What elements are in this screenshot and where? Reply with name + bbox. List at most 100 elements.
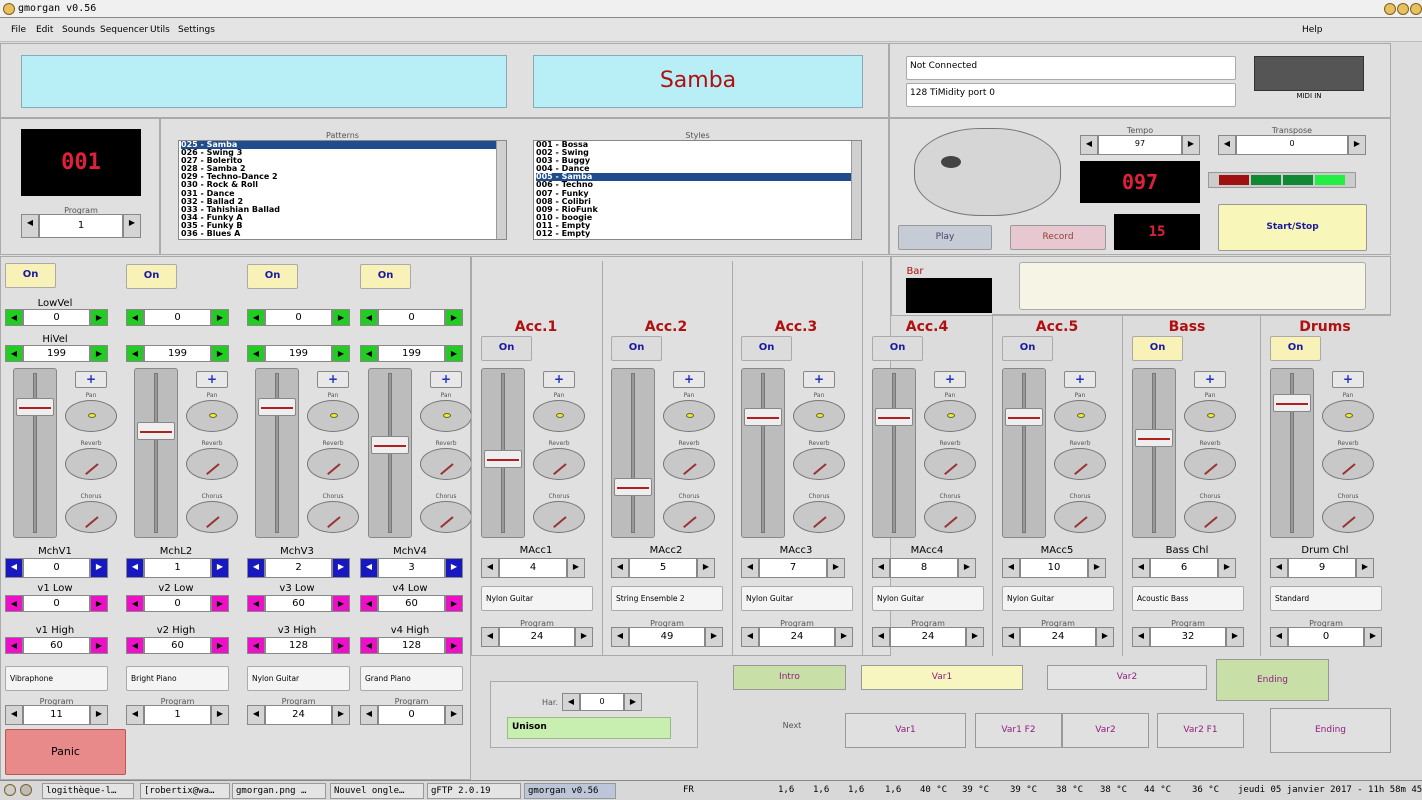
pan-knob[interactable] — [1184, 400, 1236, 432]
channel-spinner-value[interactable]: 8 — [890, 558, 958, 578]
hivel-spinner-decrement-button[interactable]: ◀ — [126, 345, 144, 362]
mch-spinner-decrement-button[interactable]: ◀ — [247, 558, 265, 578]
program-spinner-value[interactable]: 24 — [499, 627, 575, 647]
transpose-value[interactable]: 0 — [1236, 135, 1348, 155]
channel-spinner-value[interactable]: 9 — [1288, 558, 1356, 578]
tempo-value[interactable]: 97 — [1098, 135, 1182, 155]
program-spinner-increment-button[interactable]: ▶ — [835, 627, 853, 647]
chorus-knob[interactable] — [793, 501, 845, 533]
low-spinner-value[interactable]: 60 — [265, 595, 332, 612]
add-button[interactable]: + — [803, 371, 835, 388]
next-var1f2-button[interactable]: Var1 F2 — [975, 713, 1062, 748]
program-spinner-increment-button[interactable]: ▶ — [445, 705, 463, 725]
channel-on-button[interactable]: On — [1002, 336, 1053, 361]
taskbar-item[interactable]: logithèque-l… — [42, 783, 134, 799]
chorus-knob[interactable] — [924, 501, 976, 533]
volume-fader[interactable] — [255, 368, 299, 538]
program-spinner-decrement-button[interactable]: ◀ — [1270, 627, 1288, 647]
channel-on-button[interactable]: On — [1270, 336, 1321, 361]
instrument-name[interactable]: Nylon Guitar — [1002, 586, 1114, 611]
lowvel-spinner-value[interactable]: 0 — [23, 309, 90, 326]
low-spinner-decrement-button[interactable]: ◀ — [360, 595, 378, 612]
channel-spinner-increment-button[interactable]: ▶ — [1356, 558, 1374, 578]
menu-help[interactable]: Help — [1302, 25, 1323, 35]
low-spinner-value[interactable]: 0 — [23, 595, 90, 612]
menu-edit[interactable]: Edit — [36, 25, 53, 35]
tempo-increment-button[interactable]: ▶ — [1182, 135, 1200, 155]
taskbar-item[interactable]: [robertix@wa… — [140, 783, 230, 799]
high-spinner-decrement-button[interactable]: ◀ — [5, 637, 23, 654]
lowvel-spinner-decrement-button[interactable]: ◀ — [247, 309, 265, 326]
program-spinner-value[interactable]: 24 — [1020, 627, 1096, 647]
next-var2-button[interactable]: Var2 — [1062, 713, 1149, 748]
channel-spinner-increment-button[interactable]: ▶ — [567, 558, 585, 578]
panic-button[interactable]: Panic — [5, 729, 126, 775]
chorus-knob[interactable] — [65, 501, 117, 533]
program-spinner-value[interactable]: 24 — [759, 627, 835, 647]
program-spinner-decrement-button[interactable]: ◀ — [611, 627, 629, 647]
instrument-name[interactable]: String Ensemble 2 — [611, 586, 723, 611]
start-stop-button[interactable]: Start/Stop — [1218, 204, 1367, 251]
channel-spinner-value[interactable]: 7 — [759, 558, 827, 578]
add-button[interactable]: + — [317, 371, 349, 388]
menu-sounds[interactable]: Sounds — [62, 25, 95, 35]
styles-list[interactable]: 001 - Bossa 002 - Swing 003 - Buggy 004 - D… — [533, 140, 862, 240]
high-spinner-increment-button[interactable]: ▶ — [445, 637, 463, 654]
program-spinner-decrement-button[interactable]: ◀ — [741, 627, 759, 647]
fader-handle[interactable] — [1005, 408, 1043, 426]
reverb-knob[interactable] — [307, 448, 359, 480]
mch-spinner-decrement-button[interactable]: ◀ — [5, 558, 23, 578]
record-button[interactable]: Record — [1010, 225, 1106, 250]
add-button[interactable]: + — [1064, 371, 1096, 388]
chorus-knob[interactable] — [307, 501, 359, 533]
channel-spinner-value[interactable]: 5 — [629, 558, 697, 578]
low-spinner-increment-button[interactable]: ▶ — [445, 595, 463, 612]
add-button[interactable]: + — [75, 371, 107, 388]
start-menu-icon[interactable] — [4, 784, 16, 796]
styles-list-item[interactable]: 012 - Empty — [536, 229, 861, 238]
channel-spinner-value[interactable]: 4 — [499, 558, 567, 578]
instrument-name[interactable]: Grand Piano — [360, 666, 463, 691]
channel-spinner-value[interactable]: 10 — [1020, 558, 1088, 578]
patterns-scrollbar[interactable] — [496, 141, 506, 239]
low-spinner-value[interactable]: 60 — [378, 595, 445, 612]
mch-spinner-decrement-button[interactable]: ◀ — [360, 558, 378, 578]
channel-spinner-decrement-button[interactable]: ◀ — [481, 558, 499, 578]
program-spinner-value[interactable]: 49 — [629, 627, 705, 647]
instrument-name[interactable]: Bright Piano — [126, 666, 229, 691]
channel-spinner-increment-button[interactable]: ▶ — [697, 558, 715, 578]
menu-file[interactable]: File — [11, 25, 26, 35]
minimize-icon[interactable] — [1384, 3, 1396, 15]
taskbar-item[interactable]: gmorgan.png … — [232, 783, 326, 799]
add-button[interactable]: + — [934, 371, 966, 388]
hivel-spinner-value[interactable]: 199 — [144, 345, 211, 362]
program-increment-button[interactable]: ▶ — [123, 214, 141, 238]
lowvel-spinner-value[interactable]: 0 — [265, 309, 332, 326]
program-spinner-increment-button[interactable]: ▶ — [90, 705, 108, 725]
high-spinner-increment-button[interactable]: ▶ — [332, 637, 350, 654]
instrument-name[interactable]: Acoustic Bass — [1132, 586, 1244, 611]
fader-handle[interactable] — [484, 450, 522, 468]
low-spinner-increment-button[interactable]: ▶ — [90, 595, 108, 612]
chorus-knob[interactable] — [420, 501, 472, 533]
maximize-icon[interactable] — [1397, 3, 1409, 15]
channel-spinner-value[interactable]: 6 — [1150, 558, 1218, 578]
channel-on-button[interactable]: On — [611, 336, 662, 361]
hivel-spinner-decrement-button[interactable]: ◀ — [247, 345, 265, 362]
reverb-knob[interactable] — [793, 448, 845, 480]
high-spinner-value[interactable]: 60 — [23, 637, 90, 654]
fader-handle[interactable] — [875, 408, 913, 426]
low-spinner-value[interactable]: 0 — [144, 595, 211, 612]
instrument-name[interactable]: Nylon Guitar — [481, 586, 593, 611]
volume-fader[interactable] — [1002, 368, 1046, 538]
harmony-value[interactable]: 0 — [580, 693, 624, 711]
next-var2f1-button[interactable]: Var2 F1 — [1157, 713, 1244, 748]
channel-spinner-decrement-button[interactable]: ◀ — [1270, 558, 1288, 578]
play-button[interactable]: Play — [898, 225, 992, 250]
hivel-spinner-increment-button[interactable]: ▶ — [90, 345, 108, 362]
program-spinner-decrement-button[interactable]: ◀ — [360, 705, 378, 725]
channel-on-button[interactable]: On — [5, 263, 56, 288]
high-spinner-decrement-button[interactable]: ◀ — [360, 637, 378, 654]
low-spinner-decrement-button[interactable]: ◀ — [126, 595, 144, 612]
reverb-knob[interactable] — [663, 448, 715, 480]
